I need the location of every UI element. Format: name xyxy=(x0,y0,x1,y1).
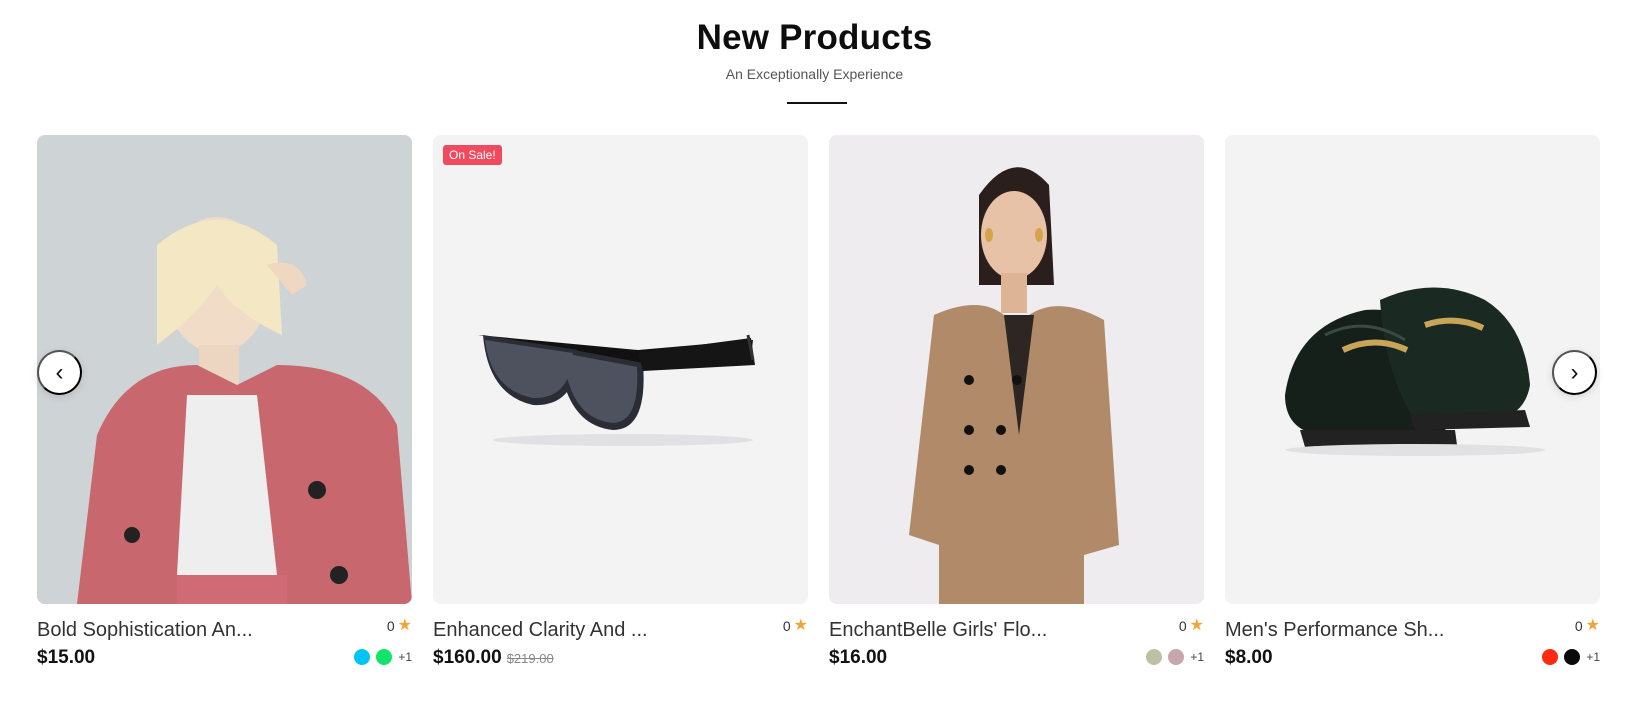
product-rating: 0 ★ xyxy=(1574,617,1600,635)
product-old-price: $219.00 xyxy=(506,651,554,666)
rating-count: 0 xyxy=(1178,618,1187,634)
black-patent-loafers-image xyxy=(1225,135,1600,604)
woman-in-pink-blazer-image xyxy=(37,135,412,604)
on-sale-badge: On Sale! xyxy=(443,145,502,165)
product-card[interactable]: EnchantBelle Girls' Flo... 0 ★ $16.00 +1 xyxy=(829,135,1204,695)
product-name[interactable]: Enhanced Clarity And ... xyxy=(433,619,723,642)
carousel-next-button[interactable]: › xyxy=(1552,350,1597,395)
product-price: $160.00 xyxy=(433,647,502,668)
star-icon: ★ xyxy=(1585,617,1600,634)
black-sunglasses-image xyxy=(433,135,808,604)
color-swatches: +1 xyxy=(354,649,412,665)
product-card[interactable]: Men's Performance Sh... 0 ★ $8.00 +1 xyxy=(1225,135,1600,695)
color-swatch[interactable] xyxy=(1542,649,1559,665)
product-price: $16.00 xyxy=(829,647,888,668)
product-name[interactable]: Bold Sophistication An... xyxy=(37,619,327,642)
color-swatch[interactable] xyxy=(1146,649,1163,665)
product-card[interactable]: On Sale! Enhanced Clarity And ... 0 ★ $1… xyxy=(433,135,808,695)
more-colors-count[interactable]: +1 xyxy=(1586,650,1600,664)
product-price: $15.00 xyxy=(37,647,96,668)
product-rating: 0 ★ xyxy=(1178,617,1204,635)
price-row: $160.00 $219.00 xyxy=(433,647,554,669)
star-icon: ★ xyxy=(1189,617,1204,634)
woman-in-beige-suit-image xyxy=(829,135,1204,604)
product-image[interactable] xyxy=(829,135,1204,604)
more-colors-count[interactable]: +1 xyxy=(398,650,412,664)
rating-count: 0 xyxy=(782,618,791,634)
title-divider xyxy=(787,102,847,104)
chevron-right-icon: › xyxy=(1570,358,1579,386)
color-swatch[interactable] xyxy=(354,649,371,665)
product-image[interactable] xyxy=(433,135,808,604)
chevron-left-icon: ‹ xyxy=(55,358,64,386)
product-rating: 0 ★ xyxy=(782,617,808,635)
more-colors-count[interactable]: +1 xyxy=(1190,650,1204,664)
product-name[interactable]: EnchantBelle Girls' Flo... xyxy=(829,619,1119,642)
color-swatch[interactable] xyxy=(1564,649,1581,665)
product-card[interactable]: Bold Sophistication An... 0 ★ $15.00 +1 xyxy=(37,135,412,695)
product-name[interactable]: Men's Performance Sh... xyxy=(1225,619,1515,642)
product-grid: Bold Sophistication An... 0 ★ $15.00 +1 xyxy=(37,135,1601,695)
star-icon: ★ xyxy=(397,617,412,634)
price-row: $8.00 xyxy=(1225,647,1273,669)
product-rating: 0 ★ xyxy=(386,617,412,635)
color-swatches: +1 xyxy=(1542,649,1600,665)
product-price: $8.00 xyxy=(1225,647,1273,668)
section-subtitle: An Exceptionally Experience xyxy=(725,66,904,82)
price-row: $16.00 xyxy=(829,647,887,669)
rating-count: 0 xyxy=(1574,618,1583,634)
product-image[interactable] xyxy=(37,135,412,604)
star-icon: ★ xyxy=(793,617,808,634)
color-swatch[interactable] xyxy=(1168,649,1185,665)
color-swatches: +1 xyxy=(1146,649,1204,665)
section-title: New Products xyxy=(696,18,933,57)
carousel-prev-button[interactable]: ‹ xyxy=(37,350,82,395)
color-swatch[interactable] xyxy=(376,649,393,665)
rating-count: 0 xyxy=(386,618,395,634)
product-image[interactable] xyxy=(1225,135,1600,604)
price-row: $15.00 xyxy=(37,647,95,669)
